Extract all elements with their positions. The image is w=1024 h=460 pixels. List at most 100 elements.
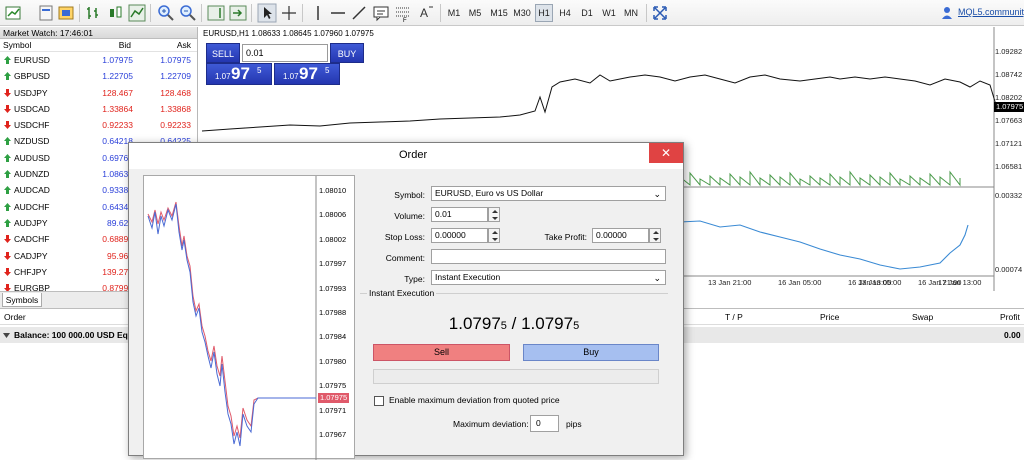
one-click-trading-panel: SELL 0.01 BUY 1.07 97 5 1.07 97 5 [206,43,366,85]
bid-price: 1.0797 [448,314,501,333]
stop-loss-stepper[interactable] [488,228,500,243]
tick-scale-label: 1.07975 [319,381,347,391]
price-scale-label: 1.06581 [995,162,1023,171]
stop-loss-input[interactable]: 0.00000 [431,228,488,243]
quick-sell-button[interactable]: SELL [206,43,240,63]
volume-input[interactable]: 0.01 [431,207,488,222]
stepper-up-icon[interactable] [492,231,498,234]
max-deviation-input[interactable]: 0 [530,415,559,432]
price-scale-label: 1.07663 [995,116,1023,125]
tf-w1[interactable]: W1 [600,4,618,22]
ask-price: 1.0797 [521,314,574,333]
autoscroll-icon[interactable] [228,3,248,23]
time-label: 13 Jan 21:00 [708,278,752,287]
sell-price-display[interactable]: 1.07 97 5 [206,63,272,85]
col-tp[interactable]: T / P [725,309,743,325]
zoom-in-icon[interactable] [156,3,176,23]
arrow-up-icon [4,218,11,227]
symbol-name: USDCAD [14,103,50,114]
tf-mn[interactable]: MN [621,4,641,22]
comment-label: Comment: [385,253,425,263]
bar-chart-icon[interactable] [84,3,104,23]
col-bid[interactable]: Bid [119,39,131,52]
candlestick-icon[interactable] [106,3,126,23]
market-watch-row[interactable]: USDJPY 128.467 128.468 [0,85,197,101]
text-tool-icon[interactable]: A [417,3,437,23]
lot-size-input[interactable]: 0.01 [242,44,328,62]
mql5-community-link[interactable]: MQL5.community [958,7,1024,17]
col-ask[interactable]: Ask [177,39,191,52]
tick-scale-label: 1.07971 [319,405,347,415]
volume-stepper[interactable] [488,207,500,222]
tf-m5[interactable]: M5 [466,4,484,22]
order-dialog-titlebar[interactable]: Order ✕ [129,143,683,169]
tf-m30[interactable]: M30 [511,4,533,22]
comment-input[interactable] [431,249,666,264]
col-order[interactable]: Order [4,309,26,325]
stepper-down-icon[interactable] [653,238,659,241]
tick-scale-label: 1.08006 [319,210,347,220]
price-separator: / [506,314,522,333]
stepper-up-icon[interactable] [653,231,659,234]
vertical-line-icon[interactable] [308,3,328,23]
fibonacci-icon[interactable]: F [393,3,413,23]
col-price[interactable]: Price [820,309,839,325]
tab-symbols[interactable]: Symbols [2,293,42,307]
cursor-icon[interactable] [257,3,277,23]
symbol-name: USDCHF [14,120,50,131]
profiles-icon[interactable] [36,3,56,23]
community-icon [942,7,952,19]
sell-price-small: 1.07 [215,72,231,81]
chart-shift-icon[interactable] [206,3,226,23]
fullscreen-icon[interactable] [650,3,670,23]
market-watch-row[interactable]: EURUSD 1.07975 1.07975 [0,52,197,68]
market-watch-row[interactable]: USDCAD 1.33864 1.33868 [0,101,197,117]
tick-bid-line [147,203,316,447]
max-deviation-checkbox[interactable] [374,396,384,406]
tick-scale-label: 1.07980 [319,356,347,366]
buy-button[interactable]: Buy [523,344,659,361]
collapse-triangle-icon[interactable] [3,332,10,339]
col-profit[interactable]: Profit [1000,309,1020,325]
zoom-out-icon[interactable] [178,3,198,23]
take-profit-label: Take Profit: [544,232,587,242]
symbol-name: CHFJPY [14,266,48,277]
take-profit-input[interactable]: 0.00000 [592,228,649,243]
arrow-up-icon [4,56,11,64]
bid-value: 128.467 [102,87,133,98]
text-label-icon[interactable] [371,3,391,23]
order-type-select[interactable]: Instant Execution ⌄ [431,270,666,285]
horizontal-line-icon[interactable] [328,3,348,23]
market-watch-row[interactable]: USDCHF 0.92233 0.92233 [0,117,197,133]
tf-m1[interactable]: M1 [445,4,463,22]
arrow-down-icon [4,88,11,97]
arrow-down-icon [4,104,11,113]
line-chart-icon[interactable] [127,3,147,23]
tf-m15[interactable]: M15 [488,4,510,22]
market-watch-row[interactable]: GBPUSD 1.22705 1.22709 [0,68,197,84]
col-swap[interactable]: Swap [912,309,933,325]
tick-current-price: 1.07975 [318,393,350,403]
take-profit-stepper[interactable] [649,228,661,243]
sell-button[interactable]: Sell [373,344,510,361]
tf-h1[interactable]: H1 [535,4,553,22]
col-symbol[interactable]: Symbol [3,39,31,52]
buy-price-display[interactable]: 1.07 97 5 [274,63,340,85]
quick-buy-button[interactable]: BUY [330,43,364,63]
max-deviation-checkbox-label[interactable]: Enable maximum deviation from quoted pri… [389,395,560,405]
price-scale-label: 1.07121 [995,139,1023,148]
arrow-up-icon [4,186,11,195]
stepper-down-icon[interactable] [492,217,498,220]
symbol-select[interactable]: EURUSD, Euro vs US Dollar ⌄ [431,186,666,201]
trend-line-icon[interactable] [349,3,369,23]
tf-d1[interactable]: D1 [578,4,596,22]
new-chart-icon[interactable] [4,3,24,23]
stepper-down-icon[interactable] [492,238,498,241]
tf-h4[interactable]: H4 [556,4,574,22]
close-button[interactable]: ✕ [649,143,683,163]
market-watch-icon[interactable] [56,3,76,23]
stepper-up-icon[interactable] [492,210,498,213]
crosshair-icon[interactable] [279,3,299,23]
toolbar: F A M1 M5 M15 M30 H1 H4 D1 W1 MN MQL5.co… [0,0,1024,26]
arrow-up-icon [4,202,11,211]
